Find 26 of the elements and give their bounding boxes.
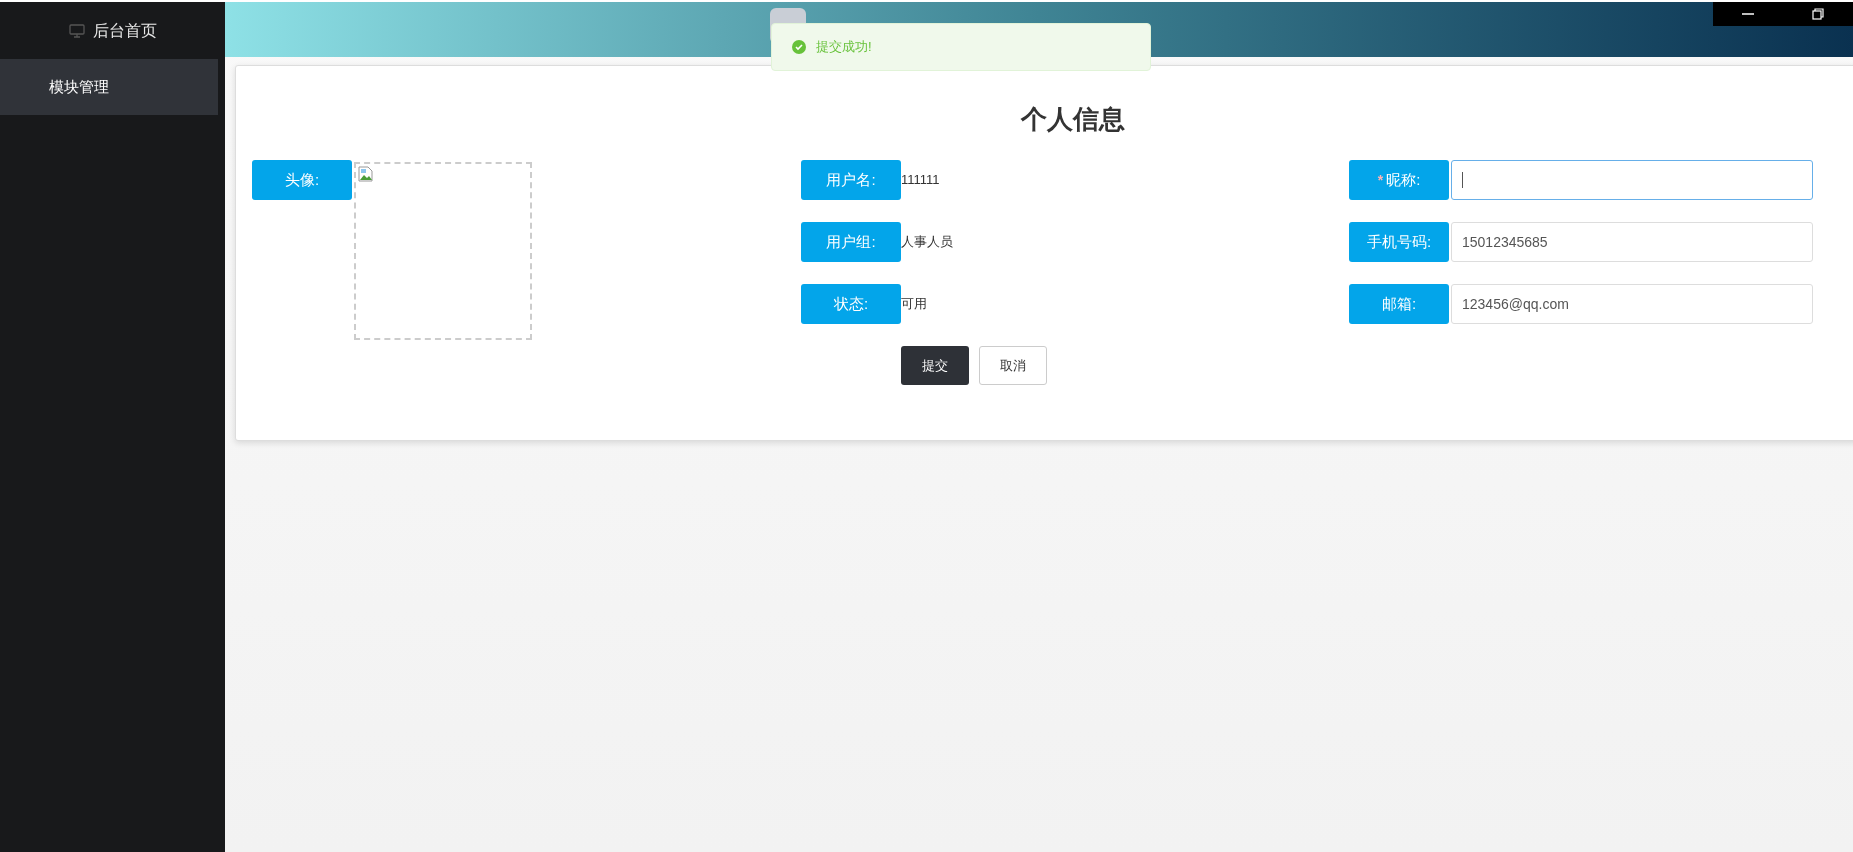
minimize-icon[interactable] xyxy=(1742,11,1754,17)
field-label: 邮箱: xyxy=(1381,293,1417,314)
success-icon xyxy=(792,40,806,54)
field-label: 手机号码: xyxy=(1366,231,1432,252)
info-value: 可用 xyxy=(901,295,927,314)
sidebar-header[interactable]: 后台首页 xyxy=(92,18,157,43)
required-mark: * xyxy=(1377,170,1384,190)
text-caret xyxy=(1462,172,1463,188)
restore-icon[interactable] xyxy=(1812,8,1824,20)
field-label: 状态: xyxy=(833,293,869,314)
cancel-button[interactable]: 取消 xyxy=(979,346,1047,385)
toast-message: 提交成功! xyxy=(816,38,872,57)
field-label: 昵称: xyxy=(1386,169,1421,190)
monitor-icon xyxy=(68,23,85,38)
info-value: 人事人员 xyxy=(901,233,953,252)
input-field[interactable]: 123456@qq.com xyxy=(1451,284,1813,324)
field-label: 用户名: xyxy=(826,169,876,190)
broken-image-icon xyxy=(358,166,374,182)
sidebar-item[interactable]: 模块管理 xyxy=(0,59,218,115)
input-field[interactable] xyxy=(1451,160,1813,200)
form-title: 个人信息 xyxy=(1021,103,1125,136)
field-label: 头像: xyxy=(284,169,320,190)
submit-button[interactable]: 提交 xyxy=(901,346,969,385)
field-label: 用户组: xyxy=(826,231,876,252)
input-field[interactable]: 15012345685 xyxy=(1451,222,1813,262)
info-value: 111111 xyxy=(901,171,940,190)
